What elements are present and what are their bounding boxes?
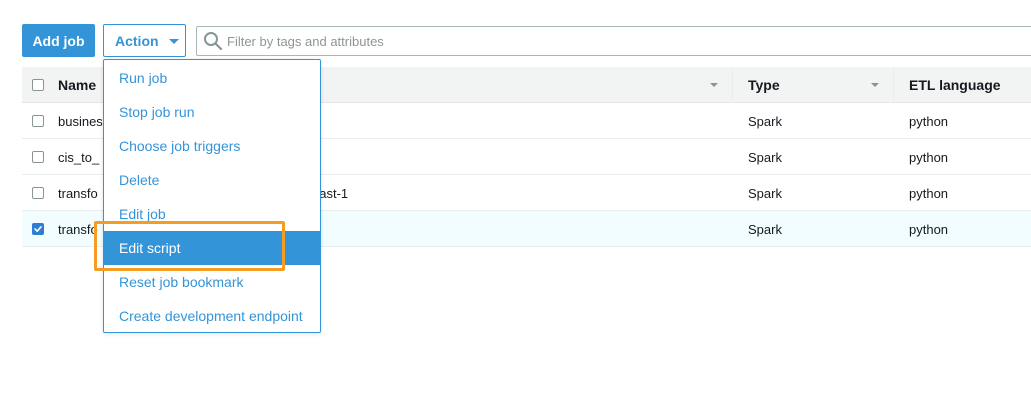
filter-search-box[interactable]	[196, 26, 1031, 56]
column-header-etl-language[interactable]: ETL language	[909, 67, 1001, 103]
job-etl-language: python	[909, 149, 949, 165]
caret-down-icon	[168, 39, 179, 44]
job-type: Spark	[748, 113, 782, 129]
menu-item-run-job[interactable]: Run job	[104, 61, 320, 95]
menu-item-stop-job-run[interactable]: Stop job run	[104, 95, 320, 129]
action-label: Action	[115, 32, 159, 49]
menu-item-delete[interactable]: Delete	[104, 163, 320, 197]
job-name[interactable]: transfo	[58, 211, 98, 247]
select-all-checkbox[interactable]	[32, 79, 44, 91]
row-checkbox[interactable]	[32, 187, 44, 199]
row-checkbox[interactable]	[32, 151, 44, 163]
sort-caret-icon[interactable]	[871, 83, 879, 87]
job-type: Spark	[748, 149, 782, 165]
menu-item-choose-job-triggers[interactable]: Choose job triggers	[104, 129, 320, 163]
job-etl-language: python	[909, 221, 949, 237]
add-job-button[interactable]: Add job	[22, 24, 95, 57]
menu-item-create-development-endpoint[interactable]: Create development endpoint	[104, 299, 320, 333]
column-header-type[interactable]: Type	[748, 67, 780, 103]
checkmark-icon	[34, 225, 42, 232]
job-name[interactable]: transfo	[58, 175, 98, 211]
job-etl-language: python	[909, 113, 949, 129]
job-type: Spark	[748, 185, 782, 201]
column-header-name[interactable]: Name	[58, 67, 96, 103]
row-checkbox[interactable]	[32, 115, 44, 127]
action-menu: Run job Stop job run Choose job triggers…	[103, 59, 321, 333]
highlight-annotation-box	[94, 221, 285, 271]
column-divider	[893, 67, 894, 103]
search-icon	[204, 32, 223, 51]
row-checkbox-checked[interactable]	[32, 223, 44, 235]
sort-caret-icon[interactable]	[710, 83, 718, 87]
filter-input[interactable]	[227, 33, 927, 49]
job-name[interactable]: cis_to_	[58, 139, 99, 175]
job-etl-language: python	[909, 185, 949, 201]
job-type: Spark	[748, 221, 782, 237]
column-divider	[732, 67, 733, 103]
action-dropdown-button[interactable]: Action	[103, 24, 186, 57]
job-name[interactable]: busines	[58, 103, 103, 139]
